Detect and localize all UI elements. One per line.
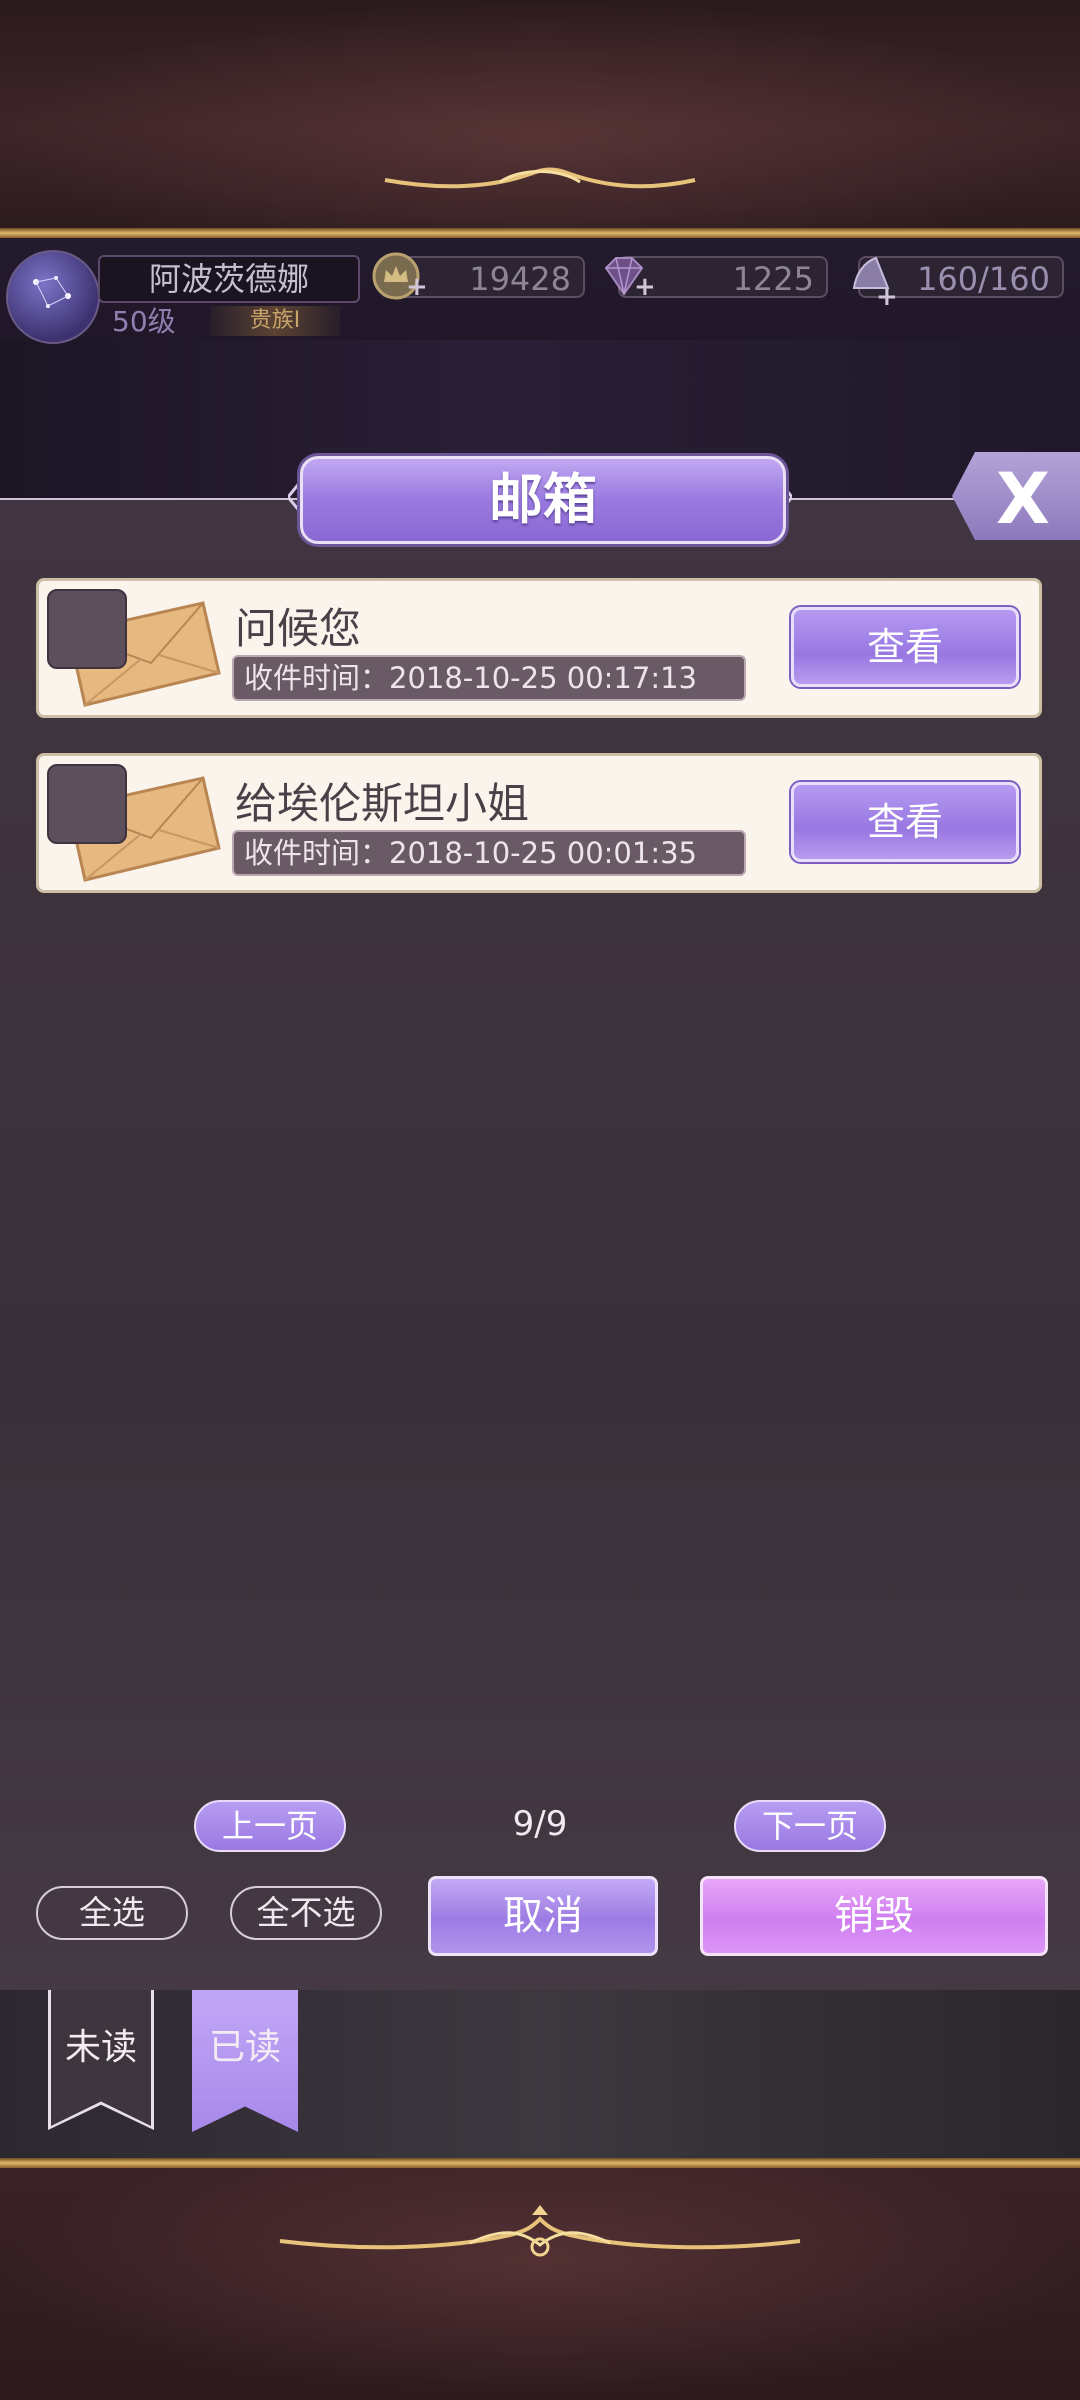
mail-received-time: 收件时间：2018-10-25 00:17:13 (232, 655, 746, 701)
page-indicator: 9/9 (512, 1804, 568, 1844)
mail-item[interactable]: 问候您 收件时间：2018-10-25 00:17:13 查看 (36, 578, 1042, 718)
player-name: 阿波茨德娜 (98, 255, 360, 303)
cancel-button[interactable]: 取消 (428, 1876, 658, 1956)
mail-checkbox[interactable] (47, 764, 127, 844)
ornament-flourish-icon (384, 167, 696, 189)
mail-title: 问候您 (235, 604, 362, 653)
mailbox-panel (0, 498, 1080, 1992)
view-mail-button[interactable]: 查看 (791, 782, 1019, 862)
add-gem-icon[interactable]: + (634, 272, 656, 302)
next-page-button[interactable]: 下一页 (734, 1800, 886, 1852)
deselect-all-button[interactable]: 全不选 (230, 1886, 382, 1940)
prev-page-button[interactable]: 上一页 (194, 1800, 346, 1852)
select-all-button[interactable]: 全选 (36, 1886, 188, 1940)
gold-divider (0, 228, 1080, 238)
add-gold-icon[interactable]: + (406, 272, 428, 302)
close-icon: X (996, 458, 1050, 540)
mail-title: 给埃伦斯坦小姐 (235, 779, 530, 828)
mail-item[interactable]: 给埃伦斯坦小姐 收件时间：2018-10-25 00:01:35 查看 (36, 753, 1042, 893)
rank-badge: 贵族I (210, 306, 340, 336)
gold-divider (0, 2158, 1080, 2168)
mail-received-time: 收件时间：2018-10-25 00:01:35 (232, 830, 746, 876)
avatar[interactable] (6, 250, 100, 344)
close-button[interactable]: X (952, 452, 1080, 540)
ornament-flourish-icon (279, 2205, 801, 2257)
add-stamina-icon[interactable]: + (876, 282, 898, 312)
bottom-decoration (0, 2168, 1080, 2400)
destroy-button[interactable]: 销毁 (700, 1876, 1048, 1956)
view-mail-button[interactable]: 查看 (791, 607, 1019, 687)
player-level: 50级 (112, 305, 176, 338)
mail-checkbox[interactable] (47, 589, 127, 669)
tab-bar (0, 1990, 1080, 2158)
dialog-title: 邮箱 (300, 456, 786, 544)
star-sign-icon (33, 276, 71, 308)
tab-unread-label: 未读 (64, 2027, 137, 2068)
tab-read-label: 已读 (208, 2027, 281, 2068)
top-decoration (0, 0, 1080, 232)
